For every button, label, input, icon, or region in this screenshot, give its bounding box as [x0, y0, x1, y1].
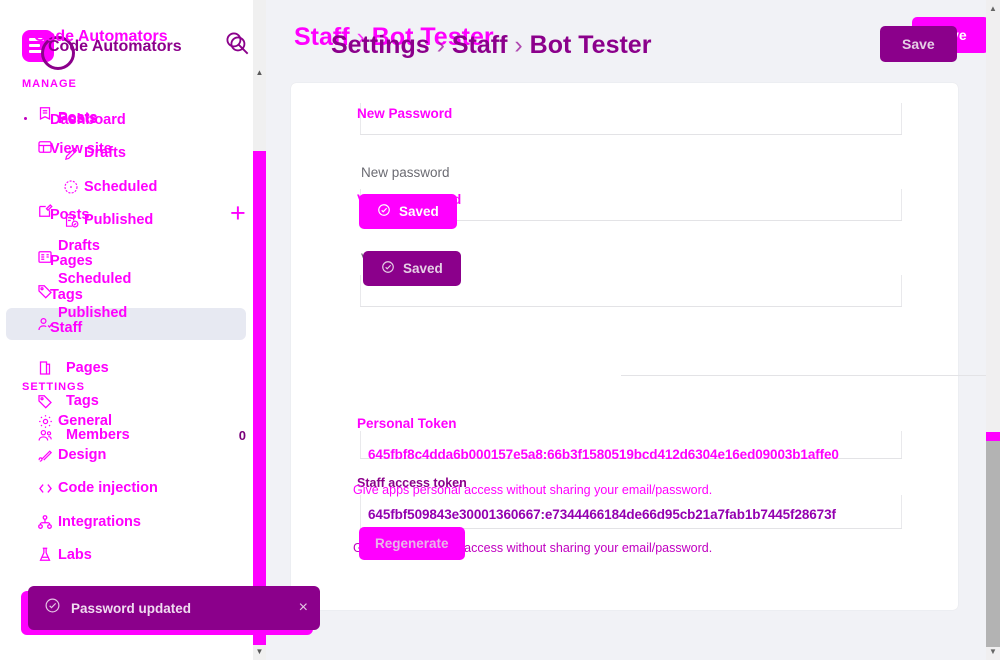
sidebar-item-label: Posts [58, 111, 98, 127]
check-circle-icon [381, 260, 395, 277]
sidebar-item-label: View site [50, 141, 112, 157]
check-circle-icon [44, 597, 61, 619]
new-password-placeholder: New password [361, 165, 450, 180]
toast-notification[interactable]: Password updated × [28, 586, 320, 630]
field-edge [360, 431, 361, 459]
section-divider [621, 375, 1000, 376]
breadcrumb-separator-icon: › [436, 31, 445, 59]
sidebar-item-view-site[interactable]: View site [32, 132, 120, 162]
saved-button-label: Saved [399, 204, 439, 219]
personal-token-value: 645fbf8c4dda6b000157e5a8:66b3f1580519bcd… [368, 447, 839, 462]
main-content: Staff › Bot Tester Settings › Staff › Bo… [262, 0, 1000, 660]
sidebar-item-pages-2[interactable]: Pages [32, 353, 109, 383]
check-circle-icon [377, 203, 391, 220]
sidebar-item-integrations[interactable]: Integrations [32, 507, 141, 537]
code-icon [32, 478, 58, 498]
new-post-button[interactable]: + [230, 200, 246, 227]
sidebar-item-posts[interactable]: Posts [32, 196, 98, 226]
staff-access-token-value: 645fbf509843e30001360667:e7344466184de66… [368, 507, 836, 522]
sidebar-item-label: Posts [50, 207, 90, 223]
sidebar-item-posts-shadow[interactable]: Posts [58, 104, 98, 134]
pages-icon [32, 358, 58, 378]
brand-name-shadow: Code Automators [48, 38, 182, 55]
save-button[interactable]: Save [880, 26, 957, 62]
field-edge [360, 495, 361, 529]
field-edge [901, 189, 902, 221]
sidebar-item-tags[interactable]: Tags [32, 276, 91, 306]
sidebar-item-label: Pages [50, 253, 93, 269]
sidebar-item-label: Code injection [58, 480, 158, 496]
sidebar-item-label: Scheduled [84, 179, 158, 195]
integrations-icon [32, 512, 58, 532]
saved-button-shadow[interactable]: Saved [359, 194, 457, 229]
regenerate-button-label: Regenerate [375, 536, 449, 551]
personal-token-label: Personal Token [357, 416, 457, 431]
clock-icon [58, 177, 84, 197]
new-password-label: New Password [357, 106, 453, 121]
page-scrollbar-thumb-cap [986, 432, 1000, 441]
field-underline [360, 306, 902, 307]
sidebar-item-code-injection[interactable]: Code injection [32, 473, 158, 503]
page-scrollbar-thumb[interactable] [986, 432, 1000, 647]
page-scroll-up-icon[interactable]: ▲ [986, 2, 1000, 16]
brush-icon [32, 445, 58, 465]
sidebar-item-label: Integrations [58, 514, 141, 530]
field-underline [360, 134, 902, 135]
breadcrumb-separator-icon: › [514, 31, 523, 59]
sidebar-item-label: Tags [50, 287, 83, 303]
field-edge [901, 431, 902, 459]
field-edge [901, 103, 902, 135]
sidebar-item-label: Pages [66, 360, 109, 376]
saved-button[interactable]: Saved [363, 251, 461, 286]
sidebar: Code Automators Code Automators MANAGE S… [0, 0, 262, 660]
breadcrumb-root[interactable]: Settings [331, 31, 430, 59]
sidebar-item-label: Design [58, 447, 107, 463]
sidebar-item-pages[interactable]: Pages [32, 242, 101, 272]
sidebar-item-label: Labs [58, 547, 92, 563]
saved-button-label: Saved [403, 261, 443, 276]
breadcrumb-mid[interactable]: Staff [452, 31, 508, 59]
section-label-manage: MANAGE [22, 78, 77, 90]
sidebar-item-label: Staff [50, 320, 83, 336]
members-count: 0 [238, 427, 246, 443]
search-icon[interactable] [226, 32, 252, 58]
regenerate-button[interactable]: Regenerate [359, 527, 465, 560]
app-root: Code Automators Code Automators MANAGE S… [0, 0, 1000, 660]
field-edge [360, 275, 361, 307]
field-edge [901, 495, 902, 529]
breadcrumb-back[interactable]: Settings › Staff › Bot Tester [331, 31, 651, 60]
sidebar-item-staff[interactable]: Staff [32, 309, 90, 339]
labs-icon [32, 545, 58, 565]
close-icon[interactable]: × [299, 600, 308, 616]
field-edge [901, 275, 902, 307]
sidebar-item-design[interactable]: Design [32, 440, 106, 470]
bullet-dot-icon [24, 117, 27, 120]
toast-message: Password updated [71, 600, 192, 616]
page-scroll-down-icon[interactable]: ▼ [986, 645, 1000, 659]
breadcrumb-current: Bot Tester [529, 31, 652, 59]
sidebar-item-labs[interactable]: Labs [32, 540, 92, 570]
